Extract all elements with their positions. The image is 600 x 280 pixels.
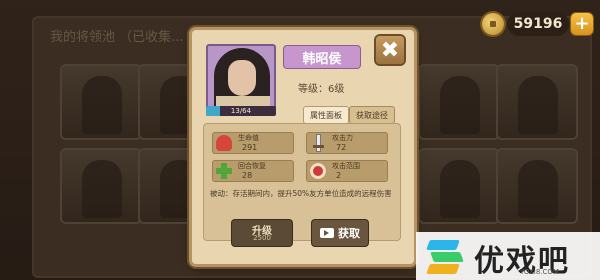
heart-icon [216,135,232,151]
stat-label: 攻击力 [332,134,353,142]
plus-icon [216,163,232,179]
stat-range: 攻击范围 2 [306,160,388,182]
stat-label: 生命值 [238,134,259,142]
close-button[interactable]: ✖ [376,36,404,64]
hero-portrait [206,44,276,112]
stat-value: 72 [336,143,347,152]
acquire-label: 获取 [338,227,360,240]
video-icon [320,228,334,238]
stat-label: 回合恢复 [238,162,266,170]
coin-icon [482,13,504,35]
sword-icon [310,135,326,151]
tab-acquire-path[interactable]: 获取途径 [350,107,394,123]
upgrade-cost: 2500 [253,234,271,242]
tab-attributes[interactable]: 属性面板 [304,107,348,123]
stat-attack: 攻击力 72 [306,132,388,154]
stat-value: 28 [242,171,253,180]
add-currency-button[interactable]: + [571,13,593,35]
hero-level: 等级：6级 [298,84,345,95]
target-icon [310,163,326,179]
acquire-button[interactable]: 获取 [312,220,368,246]
watermark-logo-icon [424,236,466,276]
stat-label: 攻击范围 [332,162,360,170]
currency-amount: 59196 [507,12,569,36]
stat-value: 2 [336,171,342,180]
exp-text: 13/64 [230,107,252,115]
upgrade-button[interactable]: 升级 2500 [232,220,292,246]
passive-description: 被动：存活期间内，提升50%友方单位造成的远程伤害 [210,189,392,198]
stat-hp: 生命值 291 [212,132,294,154]
portrait-face [228,60,256,96]
stat-value: 291 [242,143,258,152]
exp-bar: 13/64 [206,106,276,116]
hero-name: 韩昭侯 [284,46,360,68]
stat-regen: 回合恢复 28 [212,160,294,182]
watermark-url: YOXI8.COM [520,268,559,276]
